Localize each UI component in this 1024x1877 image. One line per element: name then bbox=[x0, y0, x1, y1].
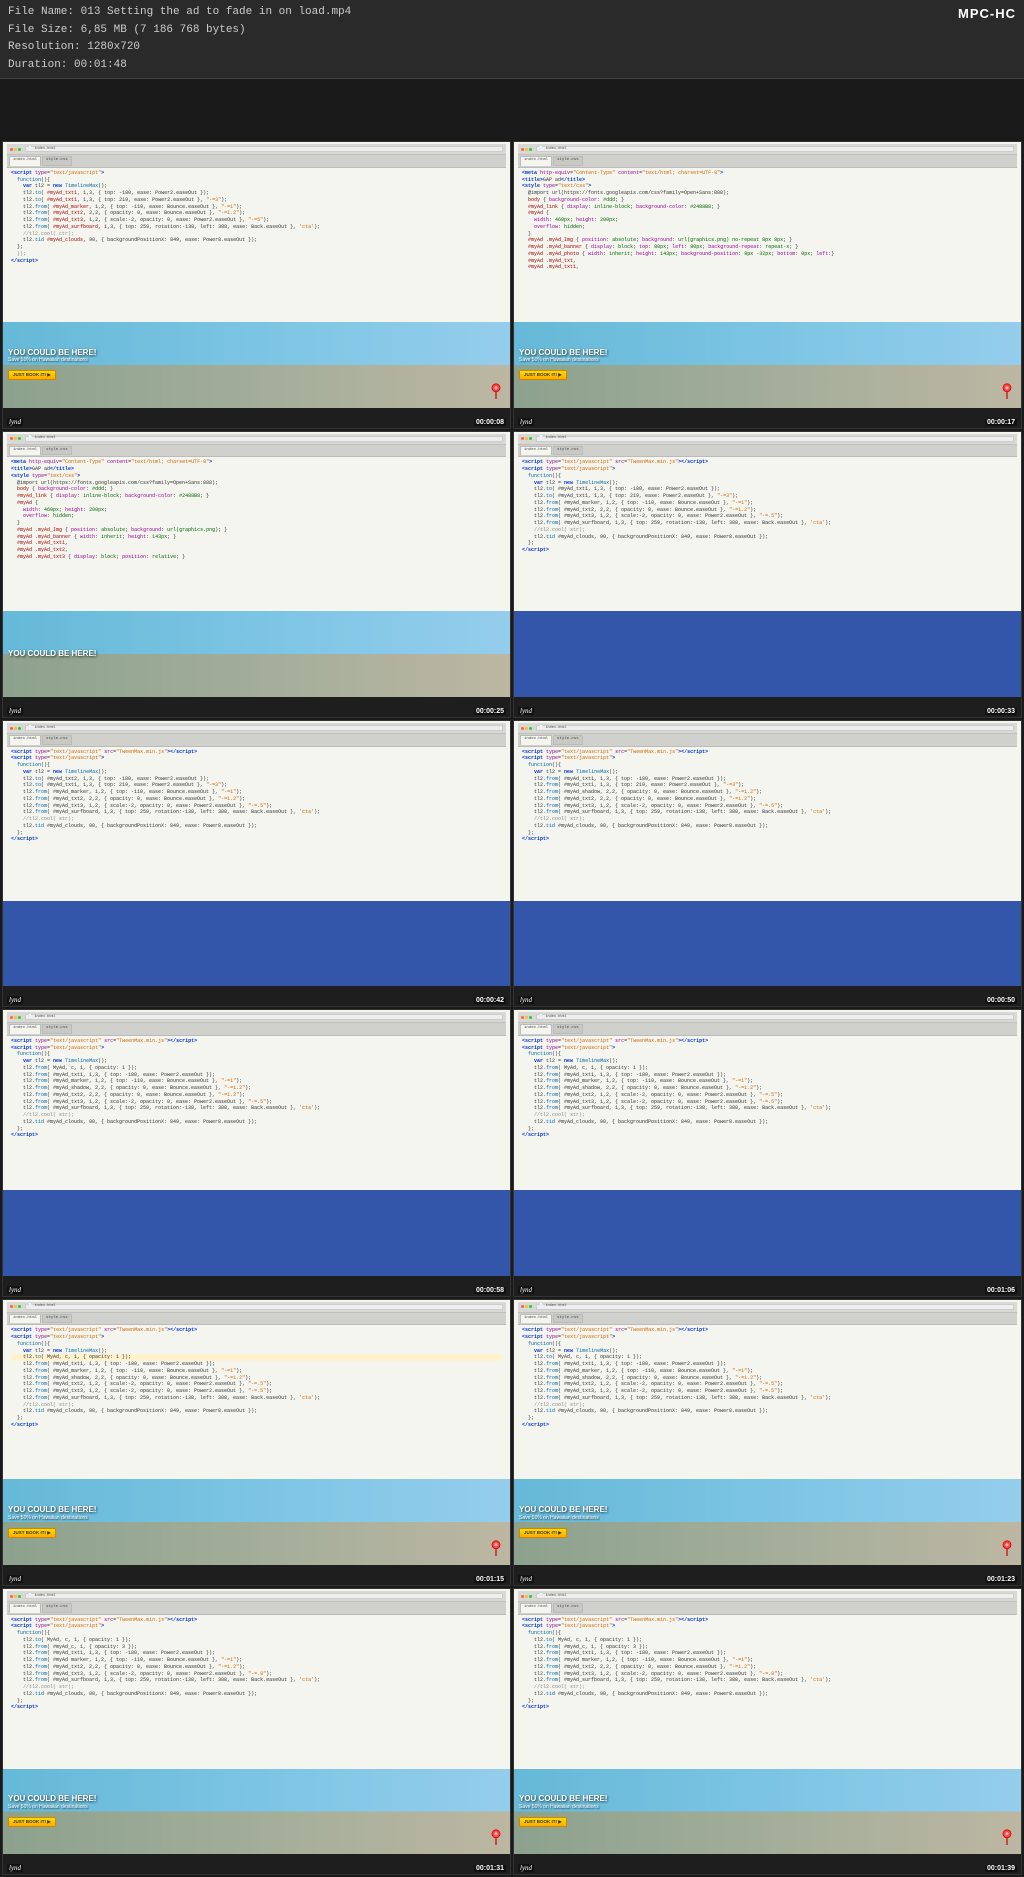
lynda-watermark-8: lynd bbox=[518, 1286, 534, 1294]
filesize: File Size: 6,85 MB (7 186 768 bytes) bbox=[8, 22, 1016, 40]
timestamp-2: 00:00:17 bbox=[985, 419, 1017, 426]
preview-4 bbox=[514, 611, 1021, 697]
preview-2: YOU COULD BE HERE! Save 50% on Hawaiian … bbox=[514, 322, 1021, 408]
lynda-watermark-7: lynd bbox=[7, 1286, 23, 1294]
preview-8 bbox=[514, 1190, 1021, 1276]
preview-9: YOU COULD BE HERE! Save 50% on Hawaiian … bbox=[3, 1479, 510, 1565]
duration: Duration: 00:01:48 bbox=[8, 57, 1016, 75]
preview-7 bbox=[3, 1190, 510, 1276]
code-editor-10: 📄 index.html index.html style.css <scrip… bbox=[514, 1300, 1021, 1480]
lynda-watermark-10: lynd bbox=[518, 1575, 534, 1583]
timestamp-3: 00:00:25 bbox=[474, 708, 506, 715]
thumbnail-3[interactable]: 📄 index.html index.html style.css <meta … bbox=[2, 431, 511, 718]
preview-6 bbox=[514, 901, 1021, 987]
timestamp-5: 00:00:42 bbox=[474, 997, 506, 1004]
code-editor-11: 📄 index.html index.html style.css <scrip… bbox=[3, 1589, 510, 1769]
thumbnail-1[interactable]: 📄 index.html index.html style.css <scrip… bbox=[2, 141, 511, 428]
resolution: Resolution: 1280x720 bbox=[8, 39, 1016, 57]
lynda-watermark-1: lynd bbox=[7, 418, 23, 426]
code-editor-9: 📄 index.html index.html style.css <scrip… bbox=[3, 1300, 510, 1480]
lynda-watermark-11: lynd bbox=[7, 1864, 23, 1872]
timestamp-9: 00:01:15 bbox=[474, 1576, 506, 1583]
preview-3: YOU COULD BE HERE! bbox=[3, 611, 510, 697]
lynda-watermark-3: lynd bbox=[7, 707, 23, 715]
thumbnail-grid: 📄 index.html index.html style.css <scrip… bbox=[0, 139, 1024, 1877]
preview-10: YOU COULD BE HERE! Save 50% on Hawaiian … bbox=[514, 1479, 1021, 1565]
timestamp-6: 00:00:50 bbox=[985, 997, 1017, 1004]
code-editor-5: 📄 index.html index.html style.css <scrip… bbox=[3, 721, 510, 901]
lynda-watermark-12: lynd bbox=[518, 1864, 534, 1872]
preview-5 bbox=[3, 901, 510, 987]
lynda-watermark-5: lynd bbox=[7, 996, 23, 1004]
filename: File Name: 013 Setting the ad to fade in… bbox=[8, 4, 1016, 22]
thumbnail-10[interactable]: 📄 index.html index.html style.css <scrip… bbox=[513, 1299, 1022, 1586]
preview-11: YOU COULD BE HERE! Save 50% on Hawaiian … bbox=[3, 1769, 510, 1855]
lynda-watermark-9: lynd bbox=[7, 1575, 23, 1583]
preview-1: YOU COULD BE HERE! Save 50% on Hawaiian … bbox=[3, 322, 510, 408]
code-editor-12: 📄 index.html index.html style.css <scrip… bbox=[514, 1589, 1021, 1769]
code-editor-3: 📄 index.html index.html style.css <meta … bbox=[3, 432, 510, 612]
lynda-watermark-4: lynd bbox=[518, 707, 534, 715]
timestamp-12: 00:01:39 bbox=[985, 1865, 1017, 1872]
code-editor-8: 📄 index.html index.html style.css <scrip… bbox=[514, 1010, 1021, 1190]
thumbnail-4[interactable]: 📄 index.html index.html style.css <scrip… bbox=[513, 431, 1022, 718]
code-editor-4: 📄 index.html index.html style.css <scrip… bbox=[514, 432, 1021, 612]
code-editor-1: 📄 index.html index.html style.css <scrip… bbox=[3, 142, 510, 322]
lynda-watermark-6: lynd bbox=[518, 996, 534, 1004]
lynda-watermark-2: lynd bbox=[518, 418, 534, 426]
thumbnail-2[interactable]: 📄 index.html index.html style.css <meta … bbox=[513, 141, 1022, 428]
thumbnail-5[interactable]: 📄 index.html index.html style.css <scrip… bbox=[2, 720, 511, 1007]
timestamp-7: 00:00:58 bbox=[474, 1287, 506, 1294]
timestamp-1: 00:00:08 bbox=[474, 419, 506, 426]
mpc-hc-logo: MPC-HC bbox=[958, 4, 1016, 25]
timestamp-11: 00:01:31 bbox=[474, 1865, 506, 1872]
timestamp-10: 00:01:23 bbox=[985, 1576, 1017, 1583]
code-editor-2: 📄 index.html index.html style.css <meta … bbox=[514, 142, 1021, 322]
thumbnail-9[interactable]: 📄 index.html index.html style.css <scrip… bbox=[2, 1299, 511, 1586]
thumbnail-6[interactable]: 📄 index.html index.html style.css <scrip… bbox=[513, 720, 1022, 1007]
thumbnail-7[interactable]: 📄 index.html index.html style.css <scrip… bbox=[2, 1009, 511, 1296]
timestamp-4: 00:00:33 bbox=[985, 708, 1017, 715]
thumbnail-11[interactable]: 📄 index.html index.html style.css <scrip… bbox=[2, 1588, 511, 1875]
code-editor-7: 📄 index.html index.html style.css <scrip… bbox=[3, 1010, 510, 1190]
timestamp-8: 00:01:06 bbox=[985, 1287, 1017, 1294]
preview-12: YOU COULD BE HERE! Save 50% on Hawaiian … bbox=[514, 1769, 1021, 1855]
code-editor-6: 📄 index.html index.html style.css <scrip… bbox=[514, 721, 1021, 901]
file-info-bar: File Name: 013 Setting the ad to fade in… bbox=[0, 0, 1024, 79]
thumbnail-8[interactable]: 📄 index.html index.html style.css <scrip… bbox=[513, 1009, 1022, 1296]
thumbnail-12[interactable]: 📄 index.html index.html style.css <scrip… bbox=[513, 1588, 1022, 1875]
